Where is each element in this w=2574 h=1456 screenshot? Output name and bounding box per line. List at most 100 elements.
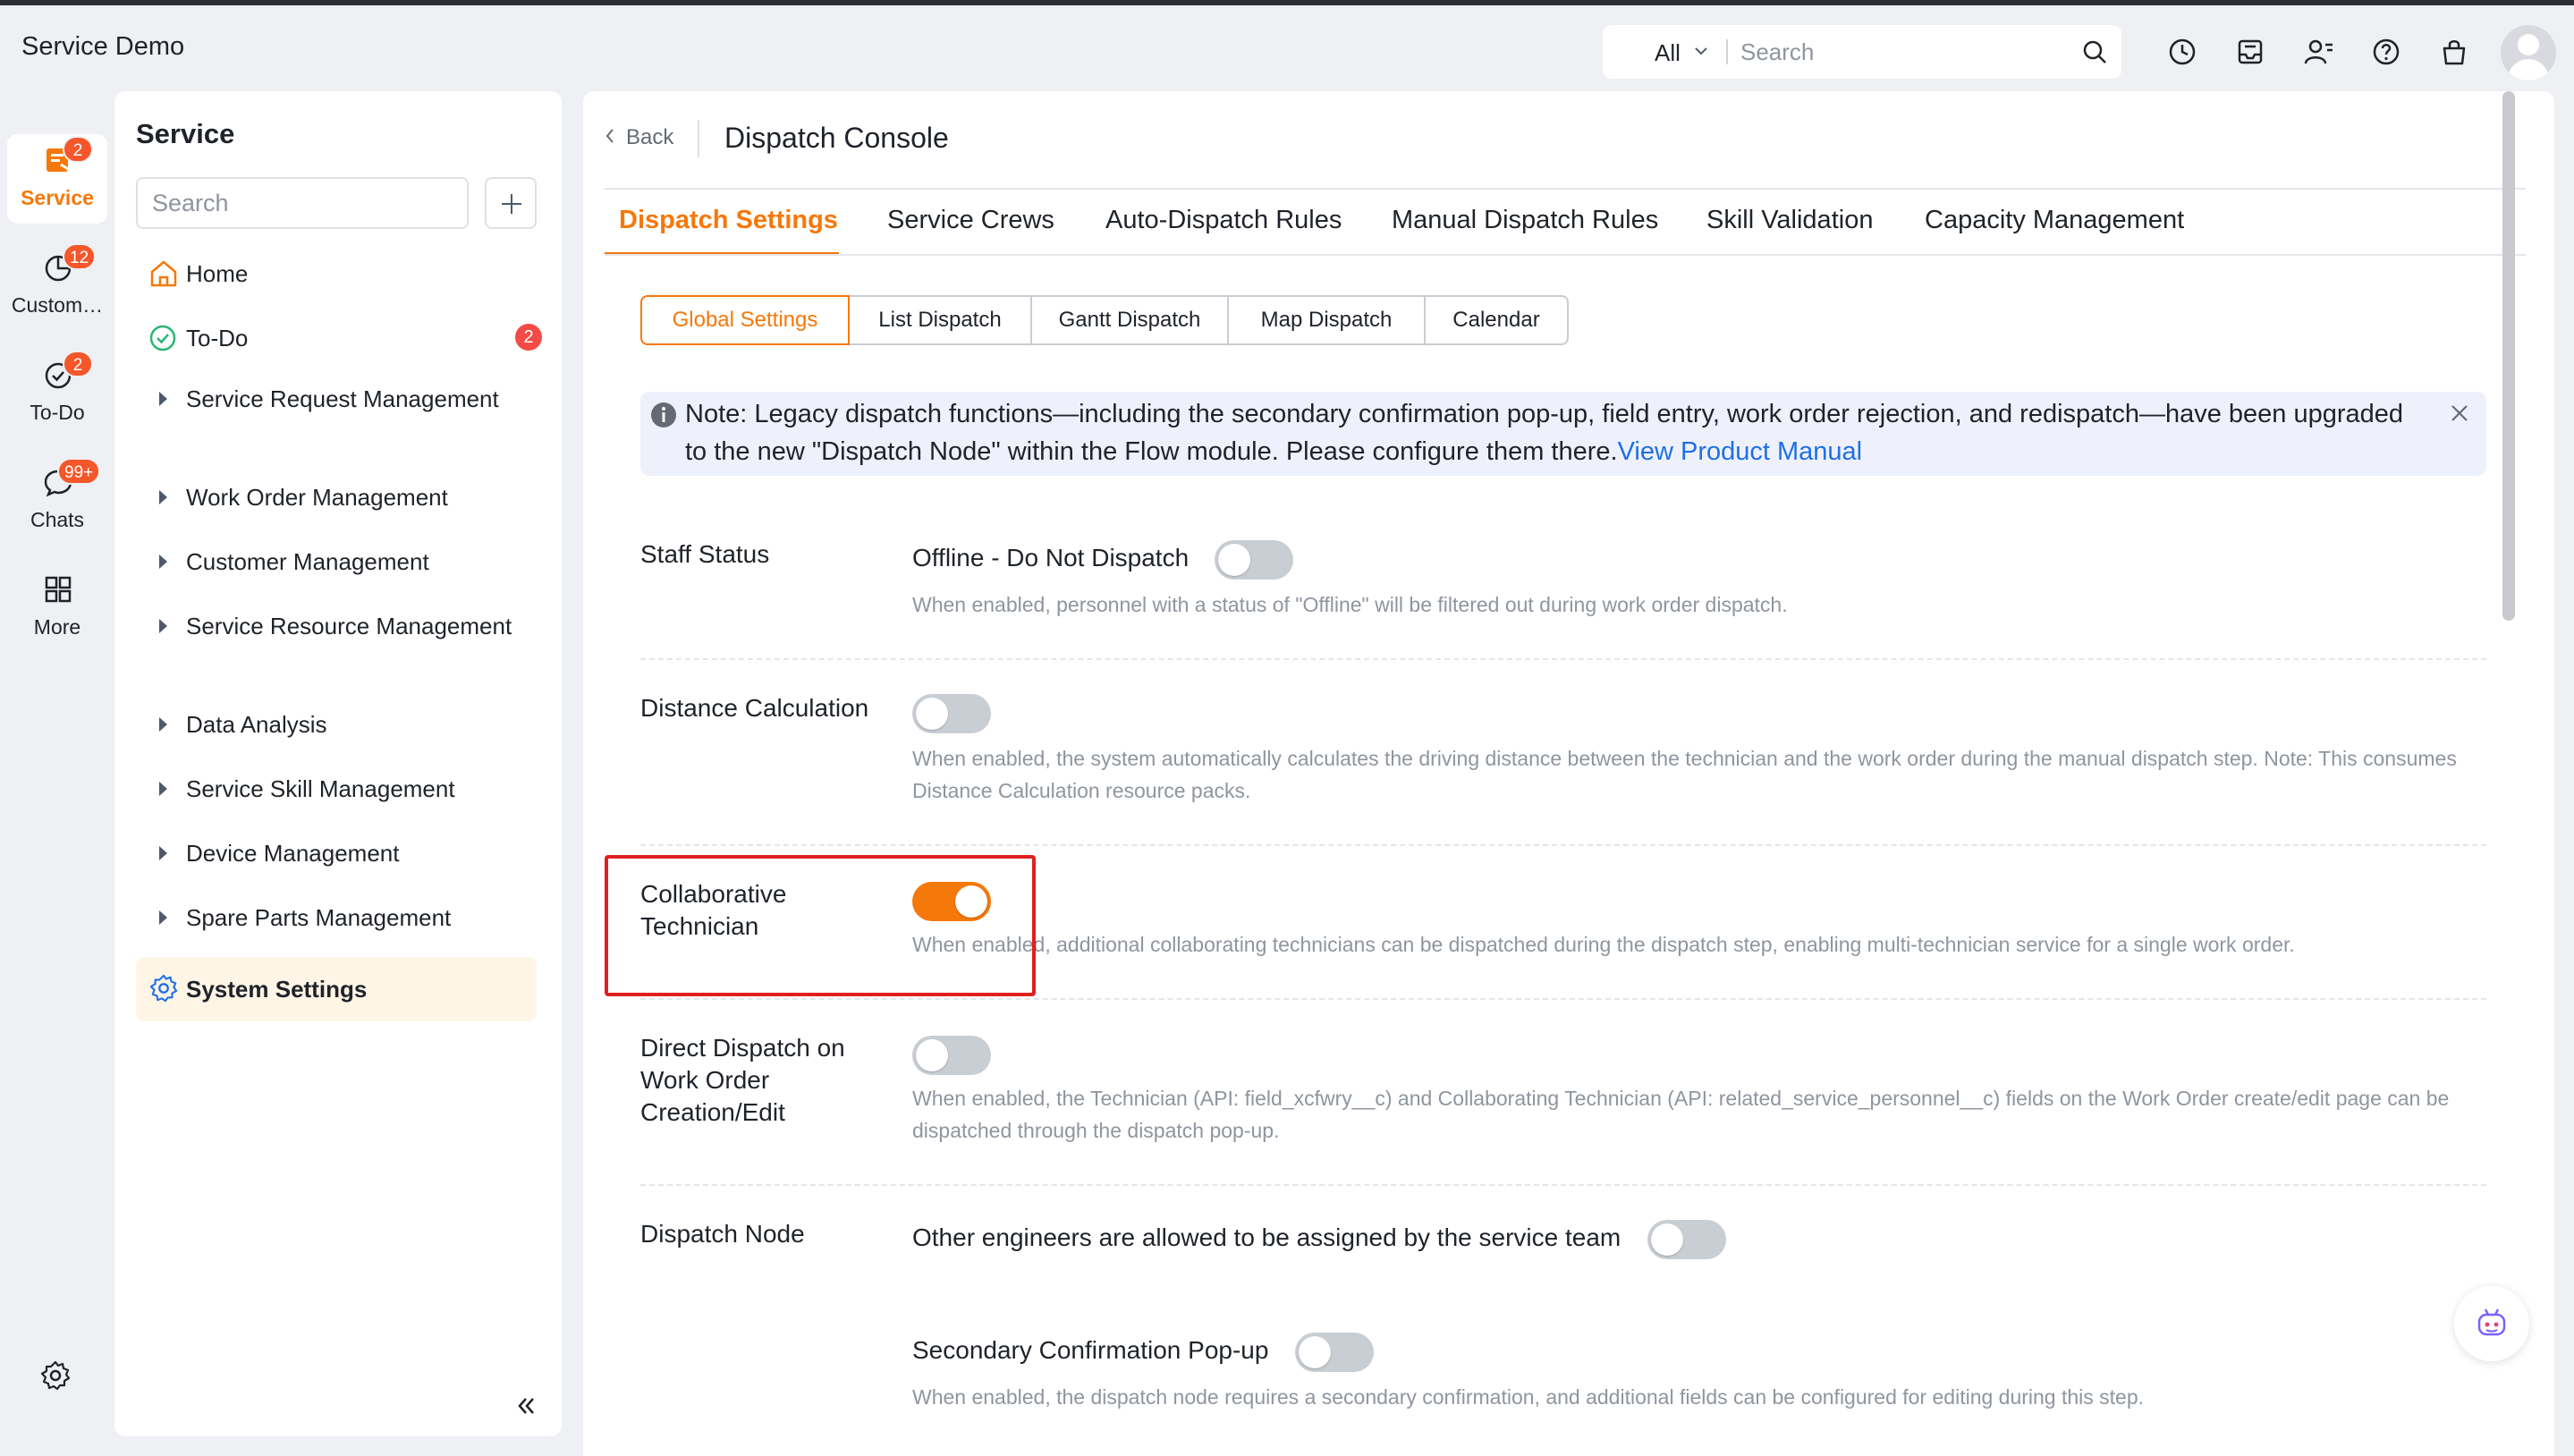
sidebar-item-label: Spare Parts Management bbox=[186, 904, 452, 931]
sidebar-item-label: System Settings bbox=[186, 976, 368, 1003]
setting-title-secondary-confirmation: Secondary Confirmation Pop-up bbox=[912, 1336, 1269, 1364]
tabs-divider bbox=[605, 254, 2526, 256]
row-divider bbox=[640, 998, 2486, 1000]
row-divider bbox=[640, 658, 2486, 660]
setting-label-staff-status: Staff Status bbox=[640, 540, 770, 568]
sidebar-item-work-order-management[interactable]: Work Order Management bbox=[136, 478, 537, 524]
caret-right-icon[interactable] bbox=[159, 490, 167, 504]
chevron-down-icon[interactable] bbox=[1694, 38, 1708, 70]
add-button[interactable] bbox=[485, 177, 537, 229]
avatar[interactable] bbox=[2501, 25, 2556, 80]
home-icon bbox=[148, 259, 179, 292]
sidebar-item-label: Service Skill Management bbox=[186, 775, 455, 802]
caret-right-icon[interactable] bbox=[159, 619, 167, 633]
sidebar-item-label: Home bbox=[186, 260, 249, 287]
caret-right-icon[interactable] bbox=[159, 782, 167, 796]
rail-label: Custom… bbox=[11, 293, 104, 317]
tab-dispatch-settings[interactable]: Dispatch Settings bbox=[619, 206, 838, 235]
tab-skill-validation[interactable]: Skill Validation bbox=[1706, 206, 1873, 235]
rail-badge: 99+ bbox=[57, 458, 101, 485]
segment-map-dispatch[interactable]: Map Dispatch bbox=[1227, 295, 1426, 345]
view-product-manual-link[interactable]: View Product Manual bbox=[1618, 437, 1863, 466]
setting-desc: When enabled, the system automatically c… bbox=[912, 747, 2457, 802]
tab-capacity-management[interactable]: Capacity Management bbox=[1925, 206, 2184, 235]
tab-auto-dispatch-rules[interactable]: Auto-Dispatch Rules bbox=[1105, 206, 1342, 235]
setting-label-direct-dispatch: Direct Dispatch on Work Order Creation/E… bbox=[640, 1034, 845, 1126]
header-divider bbox=[605, 188, 2526, 190]
rail-badge: 12 bbox=[63, 243, 97, 270]
rail-item-todo[interactable]: 2 To-Do bbox=[7, 349, 107, 438]
side-navigation: Service Home To-Do 2 Service Request Man… bbox=[114, 91, 562, 1436]
sidebar-item-service-resource-management[interactable]: Service Resource Management bbox=[136, 606, 537, 687]
segment-global-settings[interactable]: Global Settings bbox=[640, 295, 850, 345]
sidebar-item-label: To-Do bbox=[186, 325, 249, 351]
segment-calendar[interactable]: Calendar bbox=[1424, 295, 1569, 345]
staff-status-toggle[interactable] bbox=[1215, 540, 1293, 580]
other-engineers-toggle[interactable] bbox=[1647, 1220, 1726, 1259]
settings-icon bbox=[148, 973, 179, 1008]
todo-check-icon bbox=[148, 324, 179, 357]
page-title: Dispatch Console bbox=[724, 122, 949, 154]
rail-item-service[interactable]: 2 Service bbox=[7, 134, 107, 224]
back-chevron-icon[interactable] bbox=[605, 127, 615, 149]
rail-item-more[interactable]: More bbox=[7, 563, 107, 653]
caret-right-icon[interactable] bbox=[159, 392, 167, 406]
app-title: Service Demo bbox=[21, 32, 185, 61]
collapse-sidebar-icon[interactable] bbox=[513, 1393, 538, 1423]
rail-badge: 2 bbox=[63, 351, 93, 377]
sidebar-item-customer-management[interactable]: Customer Management bbox=[136, 542, 537, 588]
sidebar-item-data-analysis[interactable]: Data Analysis bbox=[136, 705, 537, 751]
notice-text: Note: Legacy dispatch functions—includin… bbox=[685, 395, 2411, 470]
segment-list-dispatch[interactable]: List Dispatch bbox=[848, 295, 1032, 345]
caret-right-icon[interactable] bbox=[159, 910, 167, 925]
sidebar-item-label: Service Resource Management bbox=[186, 613, 512, 639]
rail-item-customers[interactable]: 12 Custom… bbox=[7, 241, 107, 331]
contacts-icon[interactable] bbox=[2304, 38, 2334, 71]
search-input[interactable] bbox=[1740, 36, 2062, 68]
sidebar-item-device-management[interactable]: Device Management bbox=[136, 834, 537, 880]
sidenav-search-input[interactable] bbox=[136, 177, 469, 229]
highlight-box bbox=[605, 855, 1036, 996]
title-divider bbox=[698, 120, 699, 157]
distance-calculation-toggle[interactable] bbox=[912, 694, 991, 733]
sidebar-item-label: Work Order Management bbox=[186, 484, 448, 511]
search-icon[interactable] bbox=[2082, 39, 2107, 69]
caret-right-icon[interactable] bbox=[159, 846, 167, 860]
close-icon[interactable] bbox=[2449, 402, 2470, 428]
rail-label: Chats bbox=[30, 508, 85, 531]
sidebar-item-label: Data Analysis bbox=[186, 711, 327, 738]
setting-desc: When enabled, the dispatch node requires… bbox=[912, 1385, 2145, 1409]
row-divider bbox=[640, 1184, 2486, 1186]
tab-manual-dispatch-rules[interactable]: Manual Dispatch Rules bbox=[1392, 206, 1658, 235]
caret-right-icon[interactable] bbox=[159, 554, 167, 569]
setting-label-dispatch-node: Dispatch Node bbox=[640, 1220, 805, 1248]
direct-dispatch-toggle[interactable] bbox=[912, 1036, 991, 1075]
secondary-confirmation-toggle[interactable] bbox=[1295, 1333, 1374, 1372]
sidebar-item-service-skill-management[interactable]: Service Skill Management bbox=[136, 769, 537, 816]
search-scope-select[interactable]: All bbox=[1655, 39, 1681, 67]
global-search: All bbox=[1603, 25, 2121, 79]
sidebar-item-system-settings[interactable]: System Settings bbox=[136, 957, 537, 1021]
gear-icon[interactable] bbox=[39, 1359, 72, 1396]
sidebar-item-service-request-management[interactable]: Service Request Management bbox=[136, 379, 537, 460]
notice-message: Note: Legacy dispatch functions—includin… bbox=[685, 400, 2404, 466]
caret-right-icon[interactable] bbox=[159, 717, 167, 732]
rail-item-chats[interactable]: 99+ Chats bbox=[7, 456, 107, 546]
sidebar-item-label: Device Management bbox=[186, 840, 400, 867]
sidebar-item-todo[interactable]: To-Do 2 bbox=[136, 315, 542, 361]
tab-service-crews[interactable]: Service Crews bbox=[887, 206, 1054, 235]
scrollbar[interactable] bbox=[2502, 91, 2515, 621]
bag-icon[interactable] bbox=[2440, 38, 2468, 71]
help-icon[interactable] bbox=[2372, 38, 2400, 71]
back-link[interactable]: Back bbox=[626, 125, 673, 150]
assistant-bot-button[interactable] bbox=[2454, 1286, 2529, 1361]
sidebar-item-spare-parts-management[interactable]: Spare Parts Management bbox=[136, 898, 537, 944]
rail-label: More bbox=[33, 615, 81, 639]
clock-icon[interactable] bbox=[2168, 38, 2197, 71]
sidebar-item-home[interactable]: Home bbox=[136, 250, 537, 297]
sidenav-title: Service bbox=[136, 118, 235, 149]
segment-gantt-dispatch[interactable]: Gantt Dispatch bbox=[1030, 295, 1229, 345]
setting-desc: When enabled, the Technician (API: field… bbox=[912, 1087, 2450, 1142]
inbox-icon[interactable] bbox=[2236, 38, 2265, 71]
setting-title-other-engineers: Other engineers are allowed to be assign… bbox=[912, 1223, 1621, 1251]
